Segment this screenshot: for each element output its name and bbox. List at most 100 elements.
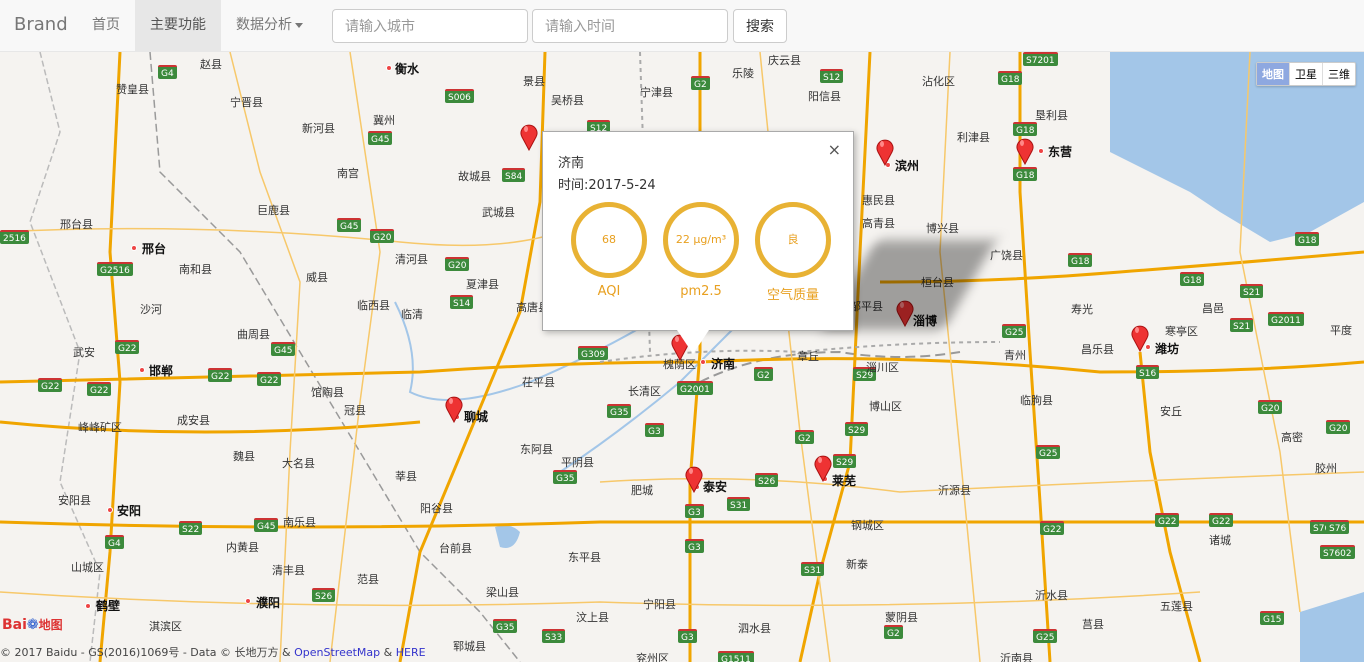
road-shield: S26 — [312, 588, 336, 602]
city-label: 莘县 — [395, 470, 417, 483]
road-shield: S22 — [179, 521, 203, 535]
popup-time: 时间:2017-5-24 — [558, 178, 656, 193]
city-label: 魏县 — [233, 450, 255, 463]
baidu-logo-text: Bai — [2, 617, 27, 633]
map-type-3d[interactable]: 三维 — [1322, 63, 1355, 85]
city-label: 临清 — [401, 308, 423, 321]
map-marker-icon[interactable] — [1015, 135, 1035, 165]
city-input[interactable] — [332, 9, 528, 43]
road-shield: G2 — [754, 367, 773, 381]
city-label: 武城县 — [482, 206, 515, 219]
city-label-anyang: 安阳 — [117, 504, 142, 518]
city-label: 内黄县 — [226, 541, 259, 554]
city-label: 平阴县 — [561, 456, 594, 469]
city-dot — [107, 507, 113, 513]
city-dot — [245, 598, 251, 604]
baidu-paw-icon: ❁ — [26, 617, 39, 633]
city-label: 乐陵 — [732, 67, 754, 80]
road-shield: S21 — [1240, 284, 1264, 298]
map-attribution: © 2017 Baidu - GS(2016)1069号 - Data © 长地… — [0, 644, 426, 660]
attribution-text: © 2017 Baidu - GS(2016)1069号 - Data © 长地… — [0, 646, 295, 659]
city-label: 钢城区 — [851, 519, 884, 532]
search-button[interactable]: 搜索 — [733, 9, 787, 43]
city-label: 安丘 — [1160, 405, 1182, 418]
city-label: 阳谷县 — [420, 502, 453, 515]
road-shield: S31 — [727, 497, 751, 511]
road-shield: S33 — [542, 629, 566, 643]
city-label: 大名县 — [282, 457, 315, 470]
city-label: 庆云县 — [768, 54, 801, 67]
city-label: 淄川区 — [866, 361, 899, 374]
city-label: 武安 — [73, 346, 95, 359]
city-label: 惠民县 — [862, 194, 895, 207]
time-input[interactable] — [532, 9, 728, 43]
city-label-weifang: 潍坊 — [1155, 342, 1180, 356]
city-label: 范县 — [357, 573, 379, 586]
city-label: 沾化区 — [922, 75, 955, 88]
map-marker-icon[interactable] — [875, 136, 895, 166]
road-shield: G35 — [607, 404, 632, 418]
city-label-xingtai: 邢台 — [142, 242, 167, 256]
city-label: 利津县 — [957, 131, 990, 144]
aqi-gauge: 68 — [571, 202, 647, 278]
city-label: 故城县 — [458, 170, 491, 183]
map-type-satellite[interactable]: 卫星 — [1289, 63, 1322, 85]
road-shield: S14 — [450, 295, 474, 309]
nav-home[interactable]: 首页 — [77, 0, 135, 51]
city-label: 邢台县 — [60, 218, 93, 231]
road-shield: G22 — [257, 372, 282, 386]
road-shield: G18 — [1295, 232, 1320, 246]
here-link[interactable]: HERE — [396, 646, 426, 659]
road-shield: G22 — [1209, 513, 1234, 527]
map-type-map[interactable]: 地图 — [1257, 63, 1289, 85]
navbar: Brand 首页 主要功能 数据分析 搜索 — [0, 0, 1364, 52]
road-shield: S7602 — [1320, 545, 1355, 559]
road-shield: G20 — [370, 229, 395, 243]
info-window-tail — [677, 330, 709, 354]
osm-link[interactable]: OpenStreetMap — [294, 646, 380, 659]
city-label: 宁津县 — [640, 86, 673, 99]
map-marker-icon[interactable] — [444, 393, 464, 423]
nav-data-analysis-label: 数据分析 — [236, 17, 292, 33]
city-label: 阳信县 — [808, 90, 841, 103]
road-shield: G22 — [87, 382, 112, 396]
road-shield: G1511 — [718, 651, 754, 662]
city-label: 曲周县 — [237, 328, 270, 341]
pm25-label: pm2.5 — [680, 284, 722, 299]
city-label: 峰峰矿区 — [78, 421, 122, 434]
road-shield: G2 — [691, 76, 710, 90]
road-shield: S12 — [820, 69, 844, 83]
road-shield: G2011 — [1268, 312, 1304, 326]
road-shield: G22 — [38, 378, 63, 392]
city-label: 莒县 — [1082, 618, 1104, 631]
baidu-logo[interactable]: Bai❁地图 — [2, 616, 63, 633]
road-shield: G22 — [1155, 513, 1180, 527]
city-label: 寒亭区 — [1165, 325, 1198, 338]
map-type-switch: 地图 卫星 三维 — [1256, 62, 1356, 86]
map-marker-icon[interactable] — [813, 452, 833, 482]
city-label: 南宫 — [337, 167, 359, 180]
city-label: 景县 — [523, 75, 545, 88]
road-shield: G45 — [271, 342, 296, 356]
city-label: 肥城 — [631, 484, 653, 497]
city-label: 冠县 — [344, 404, 366, 417]
brand[interactable]: Brand — [14, 14, 68, 35]
close-icon[interactable]: × — [828, 140, 841, 159]
city-label: 新泰 — [846, 558, 868, 571]
city-label: 冀州 — [373, 114, 395, 127]
city-label: 赵县 — [200, 58, 222, 71]
map-marker-icon[interactable] — [519, 121, 539, 151]
map-marker-icon[interactable] — [684, 463, 704, 493]
nav-main-features[interactable]: 主要功能 — [135, 0, 221, 51]
road-shield: G15 — [1260, 611, 1285, 625]
road-shield: G45 — [368, 131, 393, 145]
road-shield: S31 — [801, 562, 825, 576]
map-marker-icon[interactable] — [1130, 322, 1150, 352]
city-label: 蒙阴县 — [885, 611, 918, 624]
city-label: 胶州 — [1315, 462, 1337, 475]
city-label-liaocheng: 聊城 — [464, 410, 489, 424]
attribution-amp: & — [380, 646, 396, 659]
city-label: 东阿县 — [520, 443, 553, 456]
city-dot — [700, 359, 706, 365]
nav-data-analysis[interactable]: 数据分析 — [221, 0, 318, 51]
